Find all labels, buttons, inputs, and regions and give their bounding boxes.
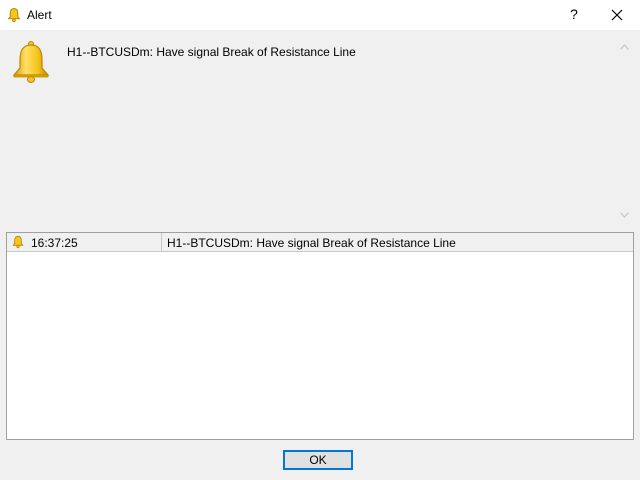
- message-panel: H1--BTCUSDm: Have signal Break of Resist…: [0, 30, 640, 226]
- message-scrollbar[interactable]: [616, 38, 633, 224]
- column-divider: [161, 233, 162, 251]
- scroll-down-icon: [620, 212, 629, 218]
- ok-button[interactable]: OK: [283, 450, 353, 470]
- alert-time: 16:37:25: [31, 236, 78, 250]
- alert-log-message: H1--BTCUSDm: Have signal Break of Resist…: [167, 236, 456, 250]
- alert-message: H1--BTCUSDm: Have signal Break of Resist…: [67, 45, 356, 59]
- list-item[interactable]: 16:37:25 H1--BTCUSDm: Have signal Break …: [7, 233, 633, 252]
- close-button[interactable]: [594, 0, 640, 30]
- close-icon: [611, 9, 623, 21]
- title-bar[interactable]: Alert ?: [0, 0, 640, 30]
- bell-icon: [11, 235, 25, 249]
- bell-icon: [9, 40, 53, 84]
- scroll-up-icon: [620, 44, 629, 50]
- alert-window: Alert ? H1--BTCUSDm: Have signal Break o…: [0, 0, 640, 480]
- bell-icon: [6, 7, 22, 23]
- window-title: Alert: [27, 8, 52, 22]
- alert-log-list[interactable]: 16:37:25 H1--BTCUSDm: Have signal Break …: [6, 232, 634, 440]
- help-button[interactable]: ?: [556, 0, 592, 30]
